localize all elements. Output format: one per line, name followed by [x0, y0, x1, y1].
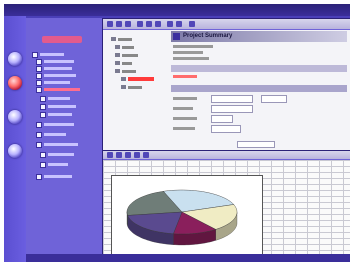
file-icon — [121, 77, 126, 81]
tree-item-selected[interactable] — [36, 87, 80, 93]
folder-icon — [36, 132, 42, 138]
project-tree-item-selected[interactable] — [121, 77, 154, 82]
file-icon — [40, 162, 46, 168]
new-icon[interactable] — [107, 152, 113, 158]
doc-icon[interactable] — [8, 76, 22, 90]
file-icon — [40, 152, 46, 158]
detail-line — [173, 75, 197, 78]
project-tree-item[interactable] — [115, 69, 136, 74]
print-icon[interactable] — [167, 21, 173, 27]
left-dock — [4, 16, 26, 262]
folder-icon — [115, 45, 120, 49]
tree-item[interactable] — [36, 142, 78, 148]
copy-icon[interactable] — [146, 21, 152, 27]
tree-header[interactable] — [42, 36, 82, 43]
file-icon — [40, 112, 46, 118]
tree-item[interactable] — [36, 80, 70, 86]
text-field[interactable] — [211, 115, 233, 123]
tree-item[interactable] — [40, 96, 70, 102]
tree-item[interactable] — [36, 122, 74, 128]
chart-icon[interactable] — [8, 110, 22, 124]
detail-panel: Project Summary — [171, 31, 347, 148]
chart-frame[interactable] — [111, 175, 263, 262]
chart-toolbar — [103, 151, 350, 160]
folder-icon — [111, 37, 116, 41]
project-tree — [107, 33, 169, 143]
project-tree-item[interactable] — [121, 85, 142, 90]
detail-line — [173, 45, 213, 48]
tree-item[interactable] — [36, 73, 76, 79]
tree-item[interactable] — [40, 112, 72, 118]
tree-item[interactable] — [40, 104, 76, 110]
settings-icon[interactable] — [8, 144, 22, 158]
folder-icon — [115, 69, 120, 73]
open-icon[interactable] — [116, 21, 122, 27]
project-tree-item[interactable] — [115, 45, 134, 50]
file-icon — [40, 96, 46, 102]
folder-icon — [36, 122, 42, 128]
folder-icon — [36, 80, 42, 86]
text-field[interactable] — [211, 105, 253, 113]
detail-line — [173, 57, 209, 60]
help-icon[interactable] — [189, 21, 195, 27]
cut-icon[interactable] — [137, 21, 143, 27]
tree-item[interactable] — [36, 174, 72, 180]
save-icon[interactable] — [125, 21, 131, 27]
text-field[interactable] — [261, 95, 287, 103]
detail-title: Project Summary — [183, 33, 233, 39]
detail-title-bar: Project Summary — [171, 31, 347, 42]
print-icon[interactable] — [134, 152, 140, 158]
folder-icon — [115, 53, 120, 57]
project-icon — [173, 33, 180, 40]
toolbar — [103, 19, 350, 30]
folder-icon — [36, 87, 42, 93]
tree-item[interactable] — [32, 52, 64, 58]
folder-icon — [36, 66, 42, 72]
text-field[interactable] — [211, 95, 253, 103]
tree-item[interactable] — [40, 162, 68, 168]
paste-icon[interactable] — [155, 21, 161, 27]
chart-icon[interactable] — [143, 152, 149, 158]
detail-line — [173, 51, 203, 54]
tree-item[interactable] — [36, 66, 72, 72]
pie-chart — [126, 189, 238, 246]
save-icon[interactable] — [125, 152, 131, 158]
folder-icon — [36, 59, 42, 65]
section-bar — [171, 65, 347, 72]
project-tree-item[interactable] — [115, 61, 132, 66]
folder-icon — [36, 142, 42, 148]
project-tree-item[interactable] — [111, 37, 132, 42]
folder-icon — [36, 174, 42, 180]
preview-icon[interactable] — [176, 21, 182, 27]
app-screen: Project Summary — [4, 4, 350, 262]
open-icon[interactable] — [116, 152, 122, 158]
tree-item[interactable] — [36, 59, 74, 65]
navigation-tree-panel — [26, 18, 103, 262]
folder-icon — [36, 73, 42, 79]
file-icon — [40, 104, 46, 110]
status-bar — [26, 254, 350, 262]
file-icon — [121, 85, 126, 89]
document-window: Project Summary — [102, 18, 350, 152]
folder-icon — [32, 52, 38, 58]
text-field[interactable] — [211, 125, 241, 133]
folder-icon — [115, 61, 120, 65]
project-tree-item[interactable] — [115, 53, 138, 58]
tree-item[interactable] — [40, 152, 74, 158]
title-bar — [4, 4, 350, 16]
text-field[interactable] — [237, 141, 275, 148]
section-bar — [171, 85, 347, 92]
tree-item[interactable] — [36, 132, 66, 138]
chart-window — [102, 150, 350, 262]
home-icon[interactable] — [8, 52, 22, 66]
new-icon[interactable] — [107, 21, 113, 27]
